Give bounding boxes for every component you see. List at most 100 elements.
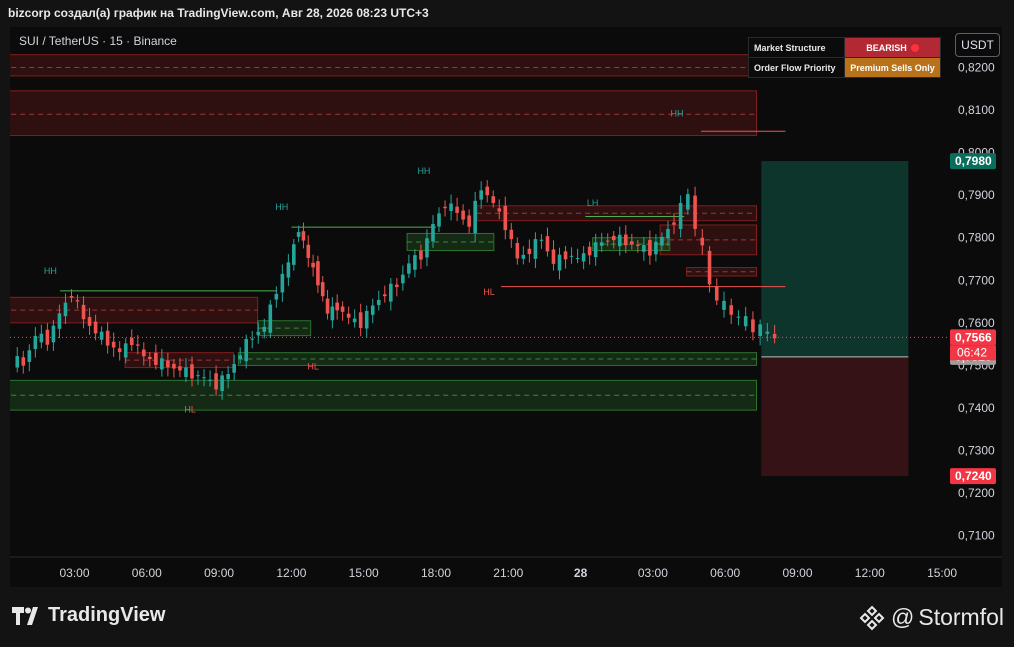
- candle-body[interactable]: [479, 190, 483, 200]
- candle-body[interactable]: [581, 253, 586, 262]
- candle-body[interactable]: [654, 241, 658, 255]
- candle-body[interactable]: [172, 363, 176, 369]
- candle-body[interactable]: [509, 229, 514, 240]
- candle-body[interactable]: [575, 257, 580, 259]
- candle-body[interactable]: [51, 325, 56, 343]
- candle-body[interactable]: [325, 298, 330, 314]
- candle-body[interactable]: [364, 310, 369, 329]
- candle-body[interactable]: [160, 358, 164, 370]
- candle-body[interactable]: [238, 355, 242, 360]
- candle-body[interactable]: [491, 196, 496, 204]
- candle-body[interactable]: [292, 244, 296, 265]
- candle-body[interactable]: [743, 316, 748, 327]
- currency-button[interactable]: USDT: [955, 33, 1000, 57]
- candle-body[interactable]: [196, 375, 200, 377]
- candle-body[interactable]: [320, 282, 325, 297]
- candle-body[interactable]: [707, 250, 712, 285]
- candle-body[interactable]: [521, 254, 526, 259]
- candle-body[interactable]: [551, 249, 556, 264]
- target-zone[interactable]: [761, 161, 909, 357]
- candle-body[interactable]: [301, 231, 306, 241]
- candle-body[interactable]: [666, 228, 670, 239]
- candle-body[interactable]: [648, 239, 652, 256]
- candle-body[interactable]: [33, 335, 38, 350]
- chart-frame[interactable]: HH HH HH LH HH HL HL HL 0,8200 0,8100 0,8000 0,7900…: [10, 27, 1002, 587]
- candle-body[interactable]: [117, 348, 122, 353]
- candle-body[interactable]: [268, 304, 273, 333]
- stop-zone[interactable]: [761, 356, 909, 477]
- candle-body[interactable]: [431, 223, 435, 242]
- candle-body[interactable]: [389, 283, 393, 302]
- candle-body[interactable]: [99, 331, 104, 340]
- candle-body[interactable]: [316, 261, 320, 286]
- candle-body[interactable]: [437, 213, 441, 227]
- candle-body[interactable]: [395, 284, 399, 288]
- candle-body[interactable]: [93, 321, 98, 334]
- candle-body[interactable]: [280, 273, 285, 293]
- candle-body[interactable]: [250, 338, 255, 340]
- candle-body[interactable]: [642, 245, 646, 252]
- candle-body[interactable]: [111, 341, 116, 348]
- candle-body[interactable]: [485, 186, 490, 196]
- candle-body[interactable]: [166, 360, 170, 368]
- candle-body[interactable]: [27, 350, 32, 362]
- candle-body[interactable]: [772, 333, 777, 339]
- candle-body[interactable]: [352, 318, 357, 323]
- candle-body[interactable]: [630, 241, 634, 245]
- candle-body[interactable]: [736, 316, 741, 318]
- candle-body[interactable]: [467, 215, 471, 227]
- candle-body[interactable]: [407, 263, 411, 274]
- candle-body[interactable]: [57, 313, 62, 329]
- candle-body[interactable]: [178, 366, 182, 371]
- candle-body[interactable]: [660, 236, 664, 246]
- candle-body[interactable]: [105, 330, 110, 346]
- candle-body[interactable]: [765, 331, 770, 334]
- candle-body[interactable]: [672, 222, 676, 225]
- candle-body[interactable]: [376, 299, 381, 306]
- candle-body[interactable]: [335, 302, 339, 311]
- candle-body[interactable]: [722, 300, 726, 310]
- candle-body[interactable]: [123, 343, 128, 358]
- candle-body[interactable]: [419, 250, 423, 260]
- candle-body[interactable]: [141, 349, 146, 357]
- candle-body[interactable]: [515, 242, 520, 259]
- candle-body[interactable]: [208, 379, 212, 381]
- candle-body[interactable]: [593, 242, 598, 258]
- tradingview-logo[interactable]: TradingView: [12, 604, 165, 627]
- candle-body[interactable]: [686, 194, 690, 210]
- candle-body[interactable]: [370, 305, 375, 315]
- price-chart[interactable]: HHHHHHLHHHHLHLHL0,82000,81000,80000,7900…: [10, 27, 1002, 587]
- candle-body[interactable]: [135, 344, 140, 346]
- candle-body[interactable]: [69, 295, 74, 298]
- candle-body[interactable]: [184, 367, 188, 378]
- candle-body[interactable]: [262, 326, 267, 332]
- candle-body[interactable]: [449, 203, 453, 211]
- candle-body[interactable]: [15, 356, 20, 368]
- candle-body[interactable]: [569, 255, 574, 257]
- candle-body[interactable]: [382, 294, 387, 297]
- candle-body[interactable]: [226, 374, 230, 380]
- candle-body[interactable]: [461, 210, 465, 220]
- candle-body[interactable]: [346, 313, 351, 318]
- candle-body[interactable]: [587, 246, 592, 256]
- candle-body[interactable]: [274, 293, 279, 300]
- candle-body[interactable]: [75, 300, 80, 302]
- candle-body[interactable]: [545, 236, 550, 252]
- candle-body[interactable]: [244, 339, 249, 362]
- candle-body[interactable]: [286, 262, 291, 278]
- candle-body[interactable]: [617, 234, 622, 247]
- symbol-title[interactable]: SUI / TetherUS · 15 · Binance: [19, 34, 177, 48]
- candle-body[interactable]: [611, 235, 616, 241]
- candle-body[interactable]: [129, 337, 134, 345]
- candle-body[interactable]: [678, 202, 683, 230]
- candle-body[interactable]: [557, 254, 562, 271]
- candle-body[interactable]: [425, 238, 429, 258]
- candle-body[interactable]: [220, 375, 224, 392]
- candle-body[interactable]: [306, 244, 311, 258]
- candle-body[interactable]: [758, 324, 762, 337]
- candle-body[interactable]: [443, 206, 447, 209]
- candle-body[interactable]: [232, 364, 236, 373]
- candle-body[interactable]: [296, 232, 301, 237]
- candle-body[interactable]: [87, 317, 92, 326]
- candle-body[interactable]: [473, 200, 477, 234]
